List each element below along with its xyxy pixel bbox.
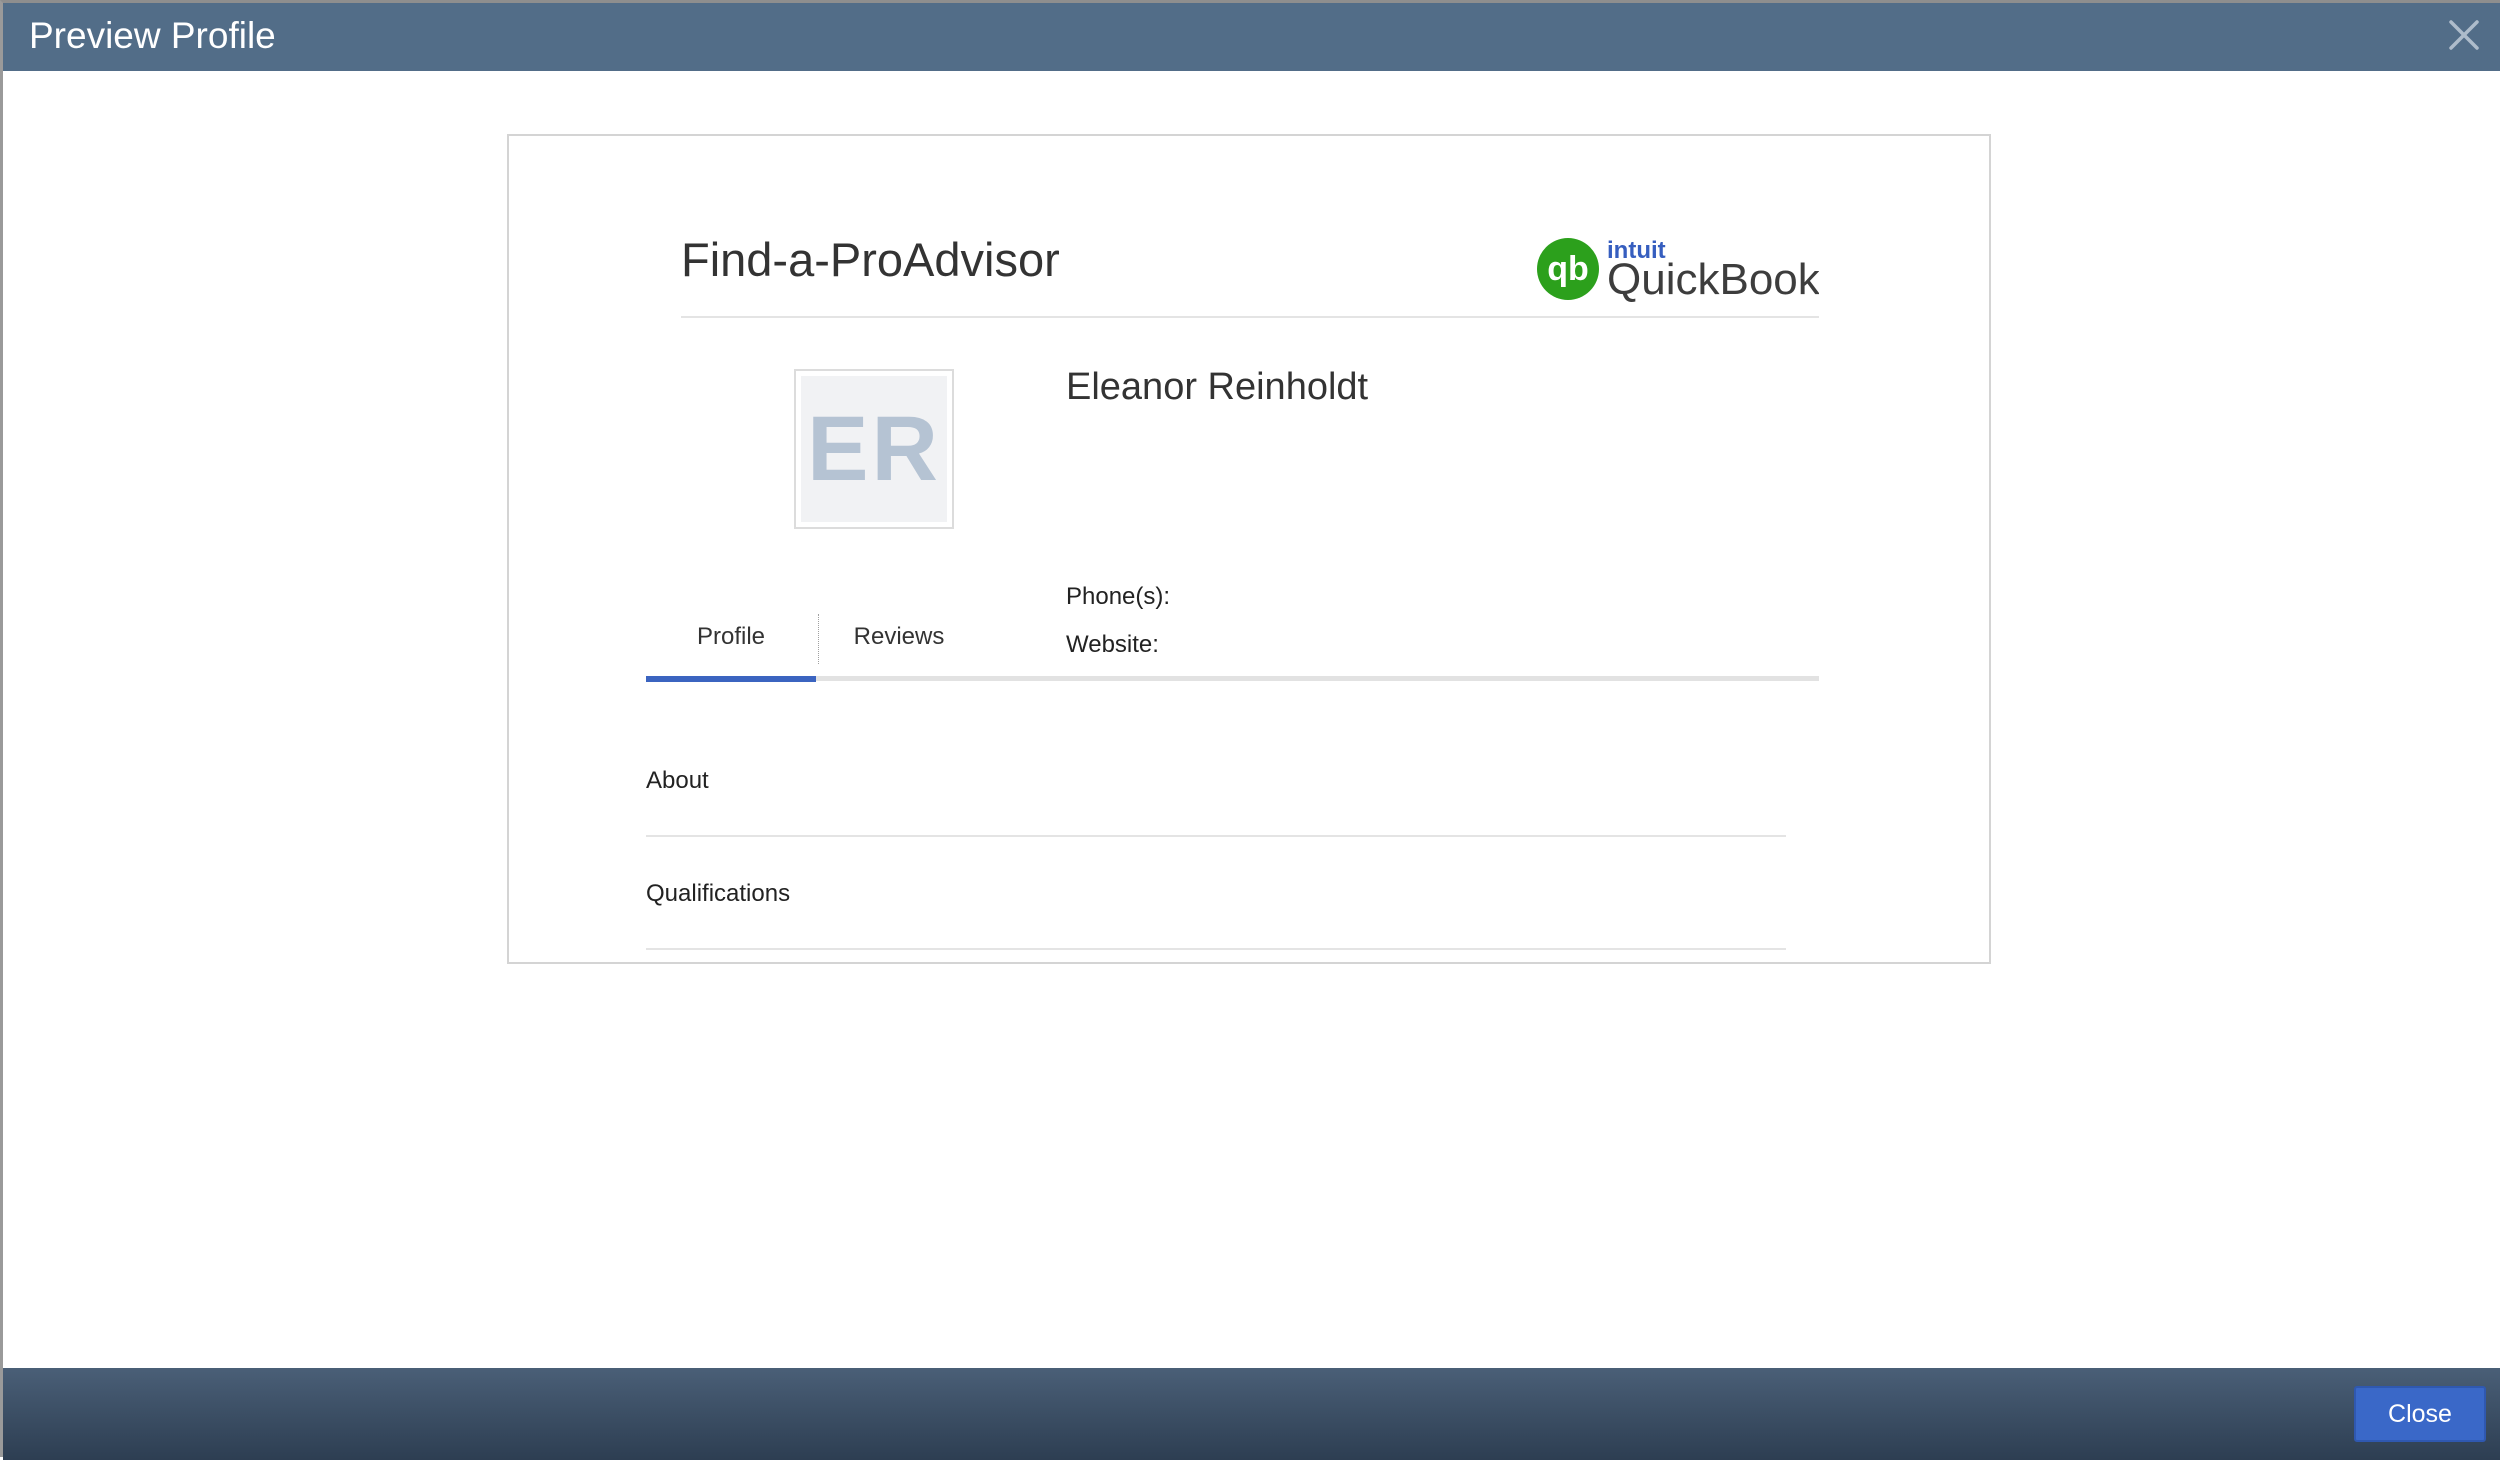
profile-tabs: Profile Reviews: [646, 606, 1819, 682]
section-label: About: [646, 767, 709, 794]
quickbooks-logo: qb intuit QuickBooks: [1537, 237, 1819, 304]
section-about[interactable]: About: [646, 723, 1786, 837]
svg-text:QuickBooks: QuickBooks: [1607, 255, 1819, 304]
dialog-footer: Close: [3, 1368, 2500, 1460]
dialog-titlebar: Preview Profile: [3, 3, 2500, 71]
tab-separator: [818, 614, 819, 664]
close-icon[interactable]: [2446, 17, 2482, 53]
dialog-title: Preview Profile: [29, 15, 276, 56]
section-label: Qualifications: [646, 880, 791, 907]
avatar: ER: [794, 369, 954, 529]
avatar-initials: ER: [801, 376, 947, 522]
card-heading: Find-a-ProAdvisor: [681, 233, 1060, 286]
card-header: Find-a-ProAdvisor qb intuit QuickBooks: [681, 216, 1819, 318]
close-button[interactable]: Close: [2354, 1386, 2486, 1442]
profile-card: Find-a-ProAdvisor qb intuit QuickBooks E…: [507, 134, 1991, 964]
section-qualifications[interactable]: Qualifications: [646, 836, 1786, 950]
profile-name: Eleanor Reinholdt: [1066, 366, 1369, 408]
tab-profile[interactable]: Profile: [646, 606, 816, 682]
preview-profile-dialog: Preview Profile Find-a-ProAdvisor qb int…: [0, 0, 2500, 1460]
tab-reviews[interactable]: Reviews: [820, 606, 978, 676]
svg-text:qb: qb: [1547, 250, 1589, 288]
